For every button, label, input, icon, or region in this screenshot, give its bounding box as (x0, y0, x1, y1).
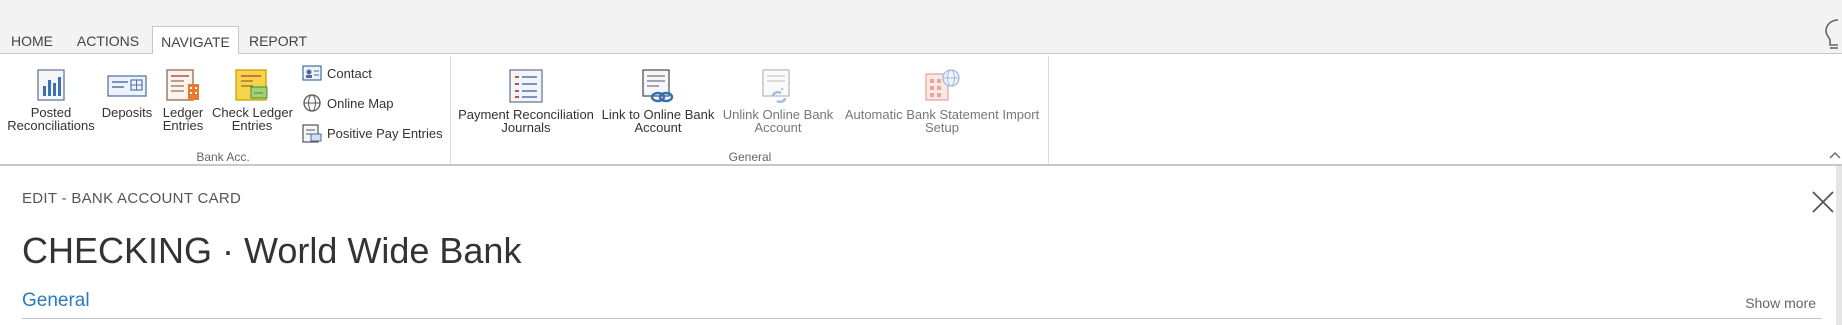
tab-navigate[interactable]: NAVIGATE (152, 26, 239, 55)
automatic-bank-statement-import-setup-button[interactable]: Automatic Bank Statement Import Setup (840, 68, 1044, 134)
payment-reconciliation-journals-label-2: Journals (501, 120, 551, 135)
check-ledger-entries-label-2: Entries (231, 118, 273, 133)
globe-icon (303, 94, 321, 112)
page-title: CHECKING · World Wide Bank (22, 230, 522, 271)
ledger-entries-label-2: Entries (162, 118, 204, 133)
online-map-button[interactable]: Online Map (302, 92, 393, 114)
close-icon[interactable] (1811, 190, 1835, 214)
vertical-scrollbar[interactable] (1836, 166, 1842, 325)
payment-journal-icon (509, 69, 543, 103)
link-to-online-bank-account-button[interactable]: Link to Online Bank Account (600, 68, 716, 134)
posted-reconciliations-label-2: Reconciliations (7, 118, 95, 133)
posted-reconciliations-button[interactable]: Posted Reconciliations (6, 68, 96, 132)
reconciliation-report-icon (37, 69, 65, 101)
positive-pay-entries-label: Positive Pay Entries (327, 125, 443, 141)
ledger-entries-icon (166, 69, 199, 101)
positive-pay-entries-button[interactable]: Positive Pay Entries (302, 122, 443, 144)
unlink-online-bank-account-button[interactable]: Unlink Online Bank Account (720, 68, 836, 134)
section-general-link[interactable]: General (22, 290, 90, 312)
ribbon-tab-bar: HOME ACTIONS NAVIGATE REPORT (0, 0, 1842, 55)
link-to-online-bank-account-label-2: Account (634, 120, 682, 135)
bank-statement-import-icon (925, 69, 960, 101)
group-label-bank-acc: Bank Acc. (196, 150, 250, 164)
lightbulb-icon[interactable] (1818, 18, 1842, 52)
ribbon-separator (450, 56, 451, 164)
check-ledger-entries-button[interactable]: Check Ledger Entries (212, 68, 293, 133)
contact-card-icon (302, 65, 322, 81)
card-caption: EDIT - BANK ACCOUNT CARD (22, 190, 242, 207)
automatic-bank-statement-import-setup-label-2: Setup (925, 120, 959, 135)
link-bank-icon (642, 69, 674, 103)
ribbon-separator (1048, 56, 1049, 164)
deposit-slip-icon (107, 75, 147, 97)
online-map-label: Online Map (327, 95, 394, 111)
tab-actions[interactable]: ACTIONS (72, 26, 144, 54)
deposits-button[interactable]: Deposits (100, 68, 154, 119)
ledger-entries-button[interactable]: Ledger Entries (158, 68, 208, 132)
section-divider (22, 318, 1822, 319)
contact-button[interactable]: Contact (302, 62, 372, 84)
contact-label: Contact (327, 65, 372, 81)
unlink-online-bank-account-label-2: Account (754, 120, 802, 135)
positive-pay-icon (302, 124, 322, 143)
collapse-ribbon-icon[interactable] (1828, 148, 1842, 162)
ribbon-navigate: Posted Reconciliations Deposits Ledger E… (0, 54, 1842, 166)
tab-report[interactable]: REPORT (248, 26, 308, 54)
deposits-label: Deposits (101, 105, 153, 120)
tab-home[interactable]: HOME (6, 26, 58, 54)
group-label-general: General (728, 150, 772, 164)
unlink-bank-icon (762, 69, 790, 103)
show-more-link[interactable]: Show more (1745, 295, 1816, 311)
payment-reconciliation-journals-button[interactable]: Payment Reconciliation Journals (456, 68, 596, 134)
check-ledger-icon (235, 69, 268, 101)
